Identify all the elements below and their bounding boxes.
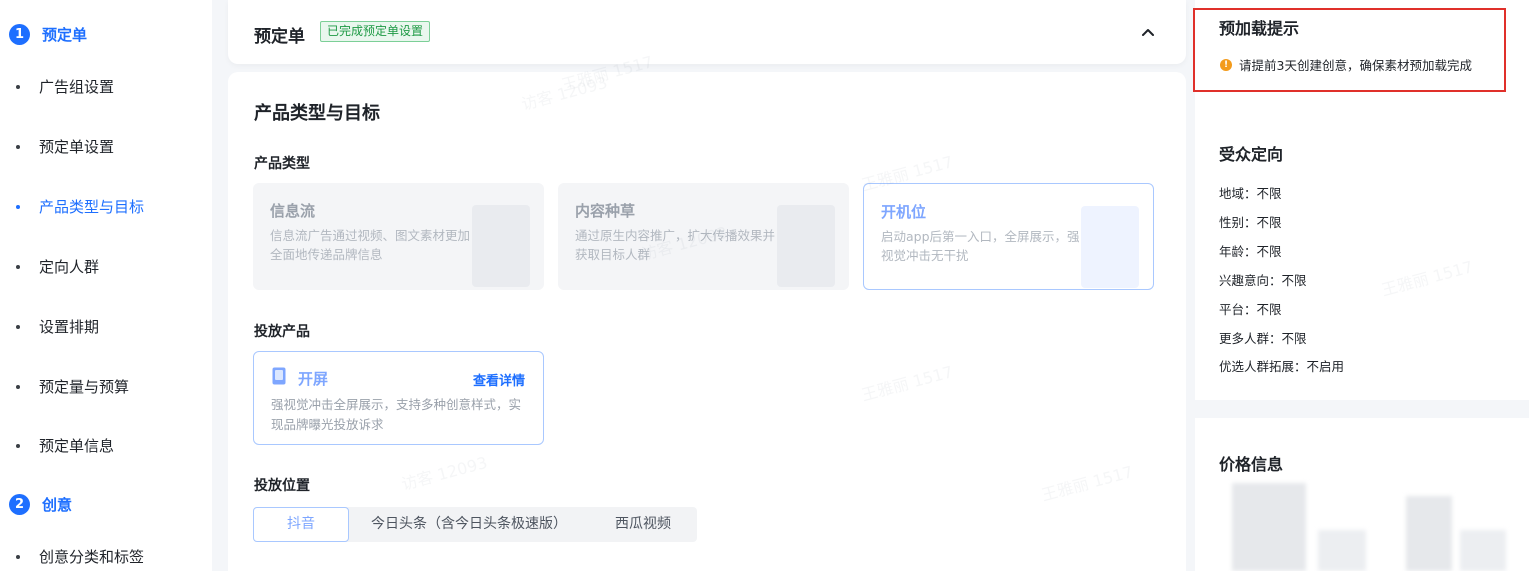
bullet-icon <box>16 443 20 448</box>
warning-icon: ! <box>1220 58 1232 71</box>
nav-item-budget[interactable]: 预定量与预算 <box>16 376 129 397</box>
product-type-label: 产品类型 <box>254 156 310 172</box>
nav-item-label: 预定单信息 <box>39 437 115 455</box>
audience-expansion: 优选人群拓展：不启用 <box>1219 359 1345 374</box>
tab-douyin[interactable]: 抖音 <box>253 507 349 542</box>
price-title: 价格信息 <box>1219 455 1284 474</box>
nav-item-label: 设置排期 <box>39 318 100 336</box>
nav-item-order-settings[interactable]: 预定单设置 <box>16 136 114 157</box>
product-type-card-feed[interactable]: 信息流 信息流广告通过视频、图文素材更加全面地传递品牌信息 <box>253 183 544 290</box>
card-title: 内容种草 <box>575 202 636 220</box>
view-details-link[interactable]: 查看详情 <box>473 370 525 389</box>
page-title: 预定单 <box>254 27 305 47</box>
card-title: 信息流 <box>270 202 316 220</box>
tab-xigua[interactable]: 西瓜视频 <box>589 507 697 542</box>
nav-item-schedule[interactable]: 设置排期 <box>16 316 99 337</box>
audience-age: 年龄：不限 <box>1219 244 1282 259</box>
nav-item-label: 预定单设置 <box>39 138 115 156</box>
bullet-icon <box>16 144 20 149</box>
nav-item-label: 产品类型与目标 <box>39 198 145 216</box>
nav-item-order-info[interactable]: 预定单信息 <box>16 435 114 456</box>
card-description: 信息流广告通过视频、图文素材更加全面地传递品牌信息 <box>270 228 471 262</box>
content-illustration-icon <box>777 205 835 287</box>
nav-item-targeting[interactable]: 定向人群 <box>16 256 99 277</box>
bullet-icon <box>16 324 20 329</box>
delivery-product-label: 投放产品 <box>254 324 310 340</box>
step-2[interactable]: 2 创意 <box>9 494 72 515</box>
preload-hint: ! 请提前3天创建创意，确保素材预加载完成 <box>1220 55 1472 74</box>
audience-interest: 兴趣意向：不限 <box>1219 273 1307 288</box>
delivery-product-card[interactable]: 开屏 查看详情 强视觉冲击全屏展示，支持多种创意样式，实现品牌曝光投放诉求 <box>253 351 544 445</box>
section-title: 产品类型与目标 <box>254 103 380 124</box>
nav-item-label: 创意分类和标签 <box>39 548 145 566</box>
audience-platform: 平台：不限 <box>1219 302 1282 317</box>
audience-more: 更多人群：不限 <box>1219 331 1307 346</box>
bullet-icon <box>16 264 20 269</box>
bullet-icon <box>16 204 20 209</box>
nav-item-label: 广告组设置 <box>39 78 115 96</box>
nav-item-product-type[interactable]: 产品类型与目标 <box>16 196 144 217</box>
nav-item-ad-group[interactable]: 广告组设置 <box>16 76 114 97</box>
status-badge: 已完成预定单设置 <box>320 21 431 42</box>
audience-title: 受众定向 <box>1219 145 1284 164</box>
card-description: 通过原生内容推广，扩大传播效果并获取目标人群 <box>575 228 776 262</box>
card-title: 开机位 <box>881 203 927 221</box>
placement-label: 投放位置 <box>254 478 310 494</box>
tab-toutiao[interactable]: 今日头条（含今日头条极速版） <box>349 507 589 542</box>
step-label: 创意 <box>42 496 73 514</box>
card-description: 启动app后第一入口，全屏展示，强视觉冲击无干扰 <box>881 229 1080 263</box>
bullet-icon <box>16 384 20 389</box>
placement-tabs: 抖音 今日头条（含今日头条极速版） 西瓜视频 <box>253 507 697 542</box>
redacted-price-block <box>1232 483 1306 571</box>
audience-gender: 性别：不限 <box>1219 215 1282 230</box>
feed-illustration-icon <box>472 205 530 287</box>
product-title: 开屏 <box>298 370 329 388</box>
order-header: 预定单 已完成预定单设置 <box>228 0 1186 64</box>
redacted-price-block <box>1406 496 1452 571</box>
chevron-up-icon[interactable] <box>1140 24 1156 40</box>
redacted-price-block <box>1318 530 1366 571</box>
audience-region: 地域：不限 <box>1219 186 1282 201</box>
step-label: 预定单 <box>42 26 88 44</box>
phone-illustration-icon <box>1081 206 1139 288</box>
nav-item-label: 预定量与预算 <box>39 378 130 396</box>
nav-item-creative-tags[interactable]: 创意分类和标签 <box>16 546 144 567</box>
redacted-price-block <box>1460 530 1506 571</box>
bullet-icon <box>16 554 20 559</box>
product-type-section: 产品类型与目标 产品类型 信息流 信息流广告通过视频、图文素材更加全面地传递品牌… <box>228 72 1186 571</box>
step-number: 1 <box>9 24 30 45</box>
preload-hint-text: 请提前3天创建创意，确保素材预加载完成 <box>1239 58 1472 73</box>
nav-item-label: 定向人群 <box>39 258 100 276</box>
bullet-icon <box>16 84 20 89</box>
left-nav: 1 预定单 广告组设置 预定单设置 产品类型与目标 定向人群 设置排期 预定量与… <box>0 0 212 571</box>
product-type-card-splash[interactable]: 开机位 启动app后第一入口，全屏展示，强视觉冲击无干扰 <box>863 183 1154 290</box>
product-type-card-content[interactable]: 内容种草 通过原生内容推广，扩大传播效果并获取目标人群 <box>558 183 849 290</box>
product-description: 强视觉冲击全屏展示，支持多种创意样式，实现品牌曝光投放诉求 <box>271 397 522 432</box>
step-number: 2 <box>9 494 30 515</box>
phone-icon <box>272 367 286 385</box>
step-1[interactable]: 1 预定单 <box>9 24 87 45</box>
preload-hint-title: 预加载提示 <box>1219 19 1300 38</box>
